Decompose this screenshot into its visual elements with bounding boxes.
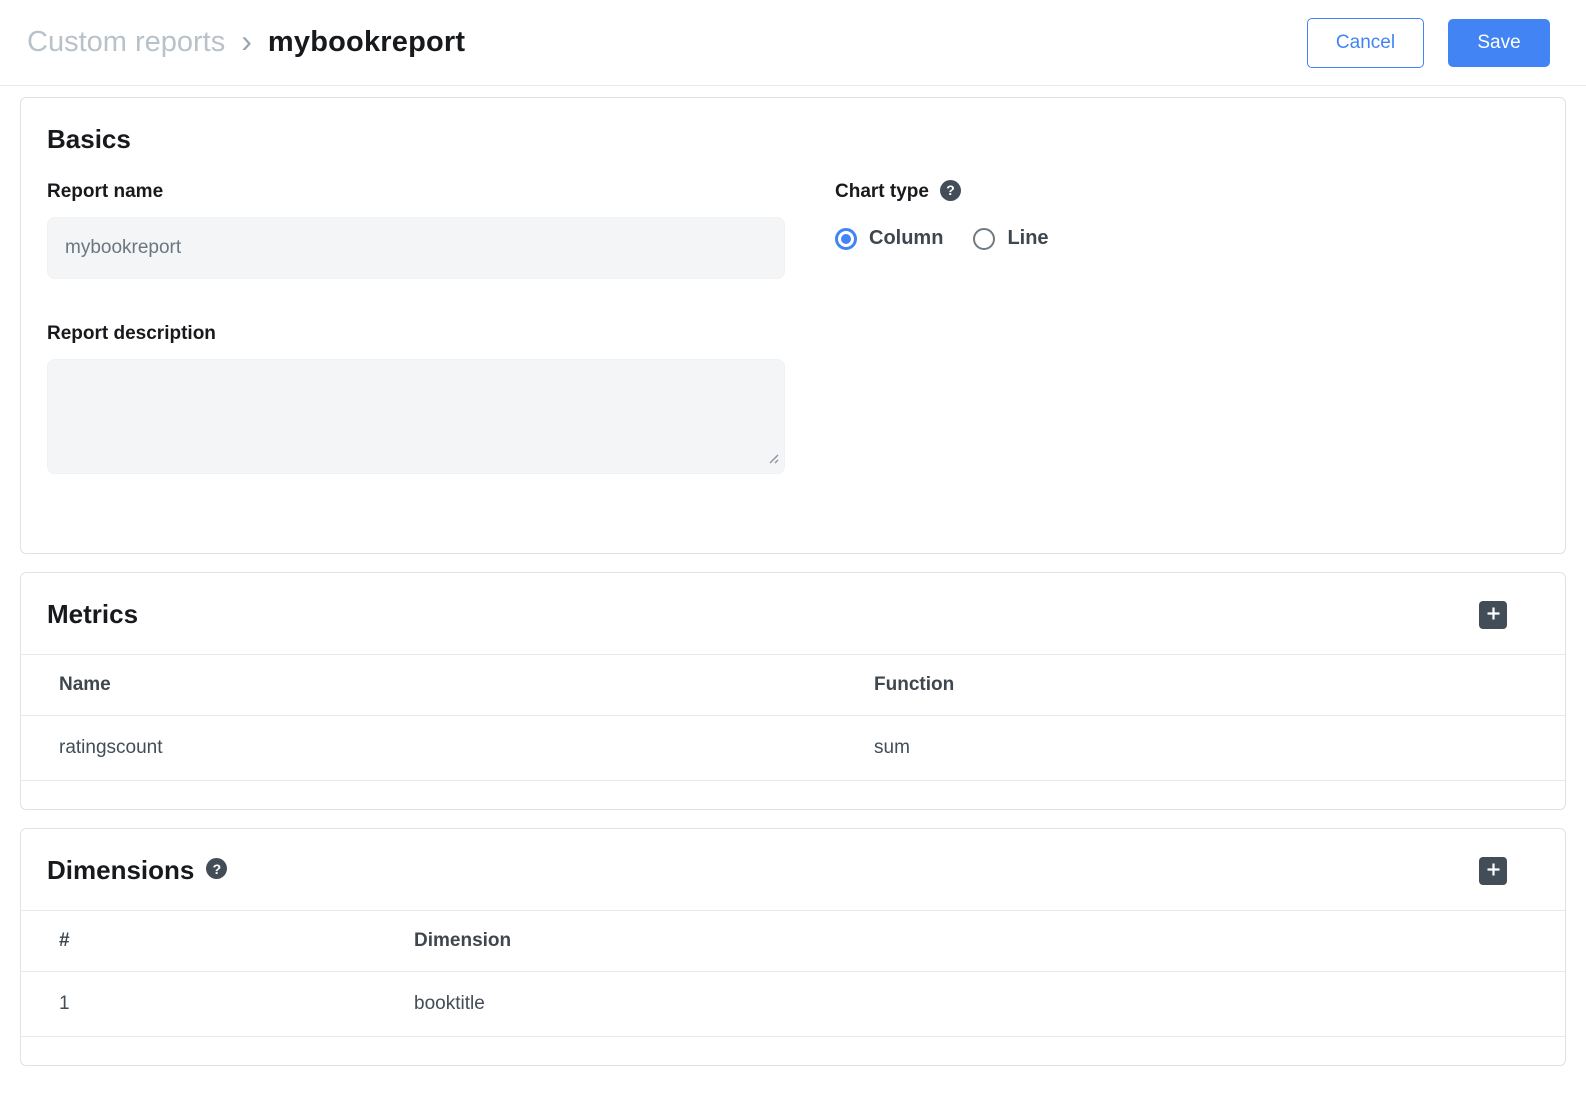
chart-type-help-icon[interactable]: ? xyxy=(940,180,961,201)
metrics-col-function: Function xyxy=(874,655,1565,716)
chart-type-line-radio[interactable]: Line xyxy=(973,227,1048,250)
breadcrumb: Custom reports › mybookreport xyxy=(27,25,465,61)
metric-row[interactable]: ratingscount sum xyxy=(21,716,1565,781)
dimension-number-cell: 1 xyxy=(21,972,414,1037)
chart-type-column-radio[interactable]: Column xyxy=(835,227,943,250)
report-name-label: Report name xyxy=(47,181,785,203)
basics-card: Basics Report name Report description Ch… xyxy=(20,97,1566,554)
page-header: Custom reports › mybookreport Cancel Sav… xyxy=(0,0,1586,86)
basics-title: Basics xyxy=(47,124,1539,155)
breadcrumb-parent-link[interactable]: Custom reports xyxy=(27,26,225,59)
metrics-footer-space xyxy=(21,781,1565,809)
dimensions-title: Dimensions xyxy=(47,855,194,886)
report-description-input[interactable] xyxy=(47,359,785,474)
radio-selected-icon[interactable] xyxy=(835,228,857,250)
metrics-card: Metrics Name Function ratingscount sum xyxy=(20,572,1566,810)
report-name-input[interactable] xyxy=(47,217,785,279)
metrics-col-name: Name xyxy=(21,655,874,716)
metrics-card-header: Metrics xyxy=(21,573,1565,654)
dimensions-card: Dimensions ? # Dimension 1 booktitle xyxy=(20,828,1566,1066)
metrics-table: Name Function ratingscount sum xyxy=(21,654,1565,781)
metrics-header-row: Name Function xyxy=(21,655,1565,716)
plus-icon xyxy=(1487,607,1500,623)
dimensions-table: # Dimension 1 booktitle xyxy=(21,910,1565,1037)
chart-type-column-label: Column xyxy=(869,227,943,250)
chart-type-line-label: Line xyxy=(1007,227,1048,250)
chart-type-header: Chart type ? xyxy=(835,181,1539,203)
dimension-name-cell: booktitle xyxy=(414,972,1565,1037)
basics-left-column: Report name Report description xyxy=(47,181,785,479)
metric-name-cell: ratingscount xyxy=(21,716,874,781)
breadcrumb-chevron-icon: › xyxy=(241,25,252,61)
metric-function-cell: sum xyxy=(874,716,1565,781)
add-dimension-button[interactable] xyxy=(1479,857,1507,885)
page: Custom reports › mybookreport Cancel Sav… xyxy=(0,0,1586,1118)
header-actions: Cancel Save xyxy=(1307,18,1550,68)
radio-unselected-icon[interactable] xyxy=(973,228,995,250)
dimension-row[interactable]: 1 booktitle xyxy=(21,972,1565,1037)
page-title: mybookreport xyxy=(268,26,465,59)
dimensions-card-header: Dimensions ? xyxy=(21,829,1565,910)
metrics-title: Metrics xyxy=(47,599,138,630)
add-metric-button[interactable] xyxy=(1479,601,1507,629)
plus-icon xyxy=(1487,863,1500,879)
basics-right-column: Chart type ? Column Line xyxy=(835,181,1539,479)
report-description-wrap xyxy=(47,359,785,479)
dimensions-footer-space xyxy=(21,1037,1565,1065)
chart-type-radio-group: Column Line xyxy=(835,227,1539,250)
dimensions-title-row: Dimensions ? xyxy=(47,855,227,886)
chart-type-label: Chart type xyxy=(835,181,929,203)
basics-grid: Report name Report description Chart typ… xyxy=(47,181,1539,479)
cancel-button[interactable]: Cancel xyxy=(1307,18,1424,68)
report-description-label: Report description xyxy=(47,323,785,345)
dimensions-help-icon[interactable]: ? xyxy=(206,858,227,879)
dimensions-col-dimension: Dimension xyxy=(414,911,1565,972)
save-button[interactable]: Save xyxy=(1448,19,1550,67)
dimensions-col-number: # xyxy=(21,911,414,972)
dimensions-header-row: # Dimension xyxy=(21,911,1565,972)
